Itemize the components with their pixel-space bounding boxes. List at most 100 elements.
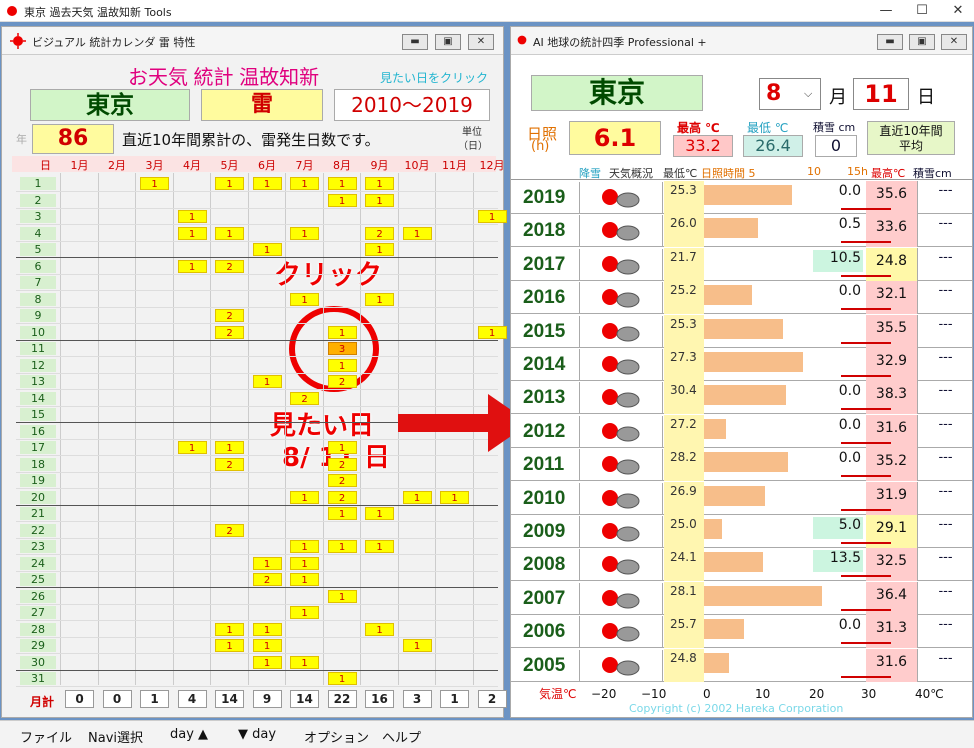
calendar-cell[interactable]: 1 xyxy=(327,358,357,372)
menu-help[interactable]: ヘルプ xyxy=(382,727,421,746)
calendar-cell[interactable]: 1 xyxy=(252,243,282,256)
menu-navi[interactable]: Navi選択 xyxy=(88,727,143,746)
calendar-cell[interactable]: 1 xyxy=(252,655,282,669)
day-input[interactable]: 11 xyxy=(853,78,909,110)
calendar-cell[interactable]: 1 xyxy=(177,210,207,223)
year-row[interactable]: 2017 21.7 10.5 24.8 --- xyxy=(511,247,973,281)
calendar-cell[interactable]: 1 xyxy=(327,672,357,685)
year-row[interactable]: 2010 26.9 31.9 --- xyxy=(511,481,973,515)
month-header[interactable]: 4月 xyxy=(174,157,211,173)
calendar-cell[interactable]: 2 xyxy=(327,474,357,487)
menu-options[interactable]: オプション xyxy=(304,727,369,746)
calendar-cell[interactable]: 2 xyxy=(215,523,244,537)
calendar-cell[interactable]: 1 xyxy=(140,177,169,190)
calendar-cell[interactable]: 1 xyxy=(252,639,282,652)
year-row[interactable]: 2015 25.3 35.5 --- xyxy=(511,314,973,348)
calendar-cell[interactable]: 1 xyxy=(365,193,394,207)
year-row[interactable]: 2009 25.0 5.0 29.1 --- xyxy=(511,515,973,548)
month-select[interactable]: 8 ⌵ xyxy=(759,78,821,110)
child-restore-button[interactable]: ▣ xyxy=(435,34,461,50)
child-minimize-button[interactable]: ▬ xyxy=(402,34,428,50)
month-header[interactable]: 12月 xyxy=(474,157,511,173)
calendar-cell[interactable]: 1 xyxy=(327,540,357,553)
month-header[interactable]: 8月 xyxy=(324,157,361,173)
calendar-cell[interactable]: 1 xyxy=(327,325,357,339)
calendar-cell[interactable]: 1 xyxy=(215,177,244,190)
calendar-cell[interactable]: 1 xyxy=(327,441,357,454)
calendar-cell[interactable]: 1 xyxy=(252,375,282,388)
calendar-cell[interactable]: 1 xyxy=(290,655,319,669)
child-minimize-button[interactable]: ▬ xyxy=(877,34,903,50)
month-header[interactable]: 6月 xyxy=(249,157,286,173)
year-row[interactable]: 2011 28.2 0.0 35.2 --- xyxy=(511,448,973,482)
calendar-cell[interactable]: 2 xyxy=(365,226,394,240)
month-header[interactable]: 11月 xyxy=(436,157,473,173)
year-row[interactable]: 2012 27.2 0.0 31.6 --- xyxy=(511,414,973,448)
calendar-cell[interactable]: 1 xyxy=(215,639,244,652)
child-close-button[interactable]: ✕ xyxy=(941,34,967,50)
calendar-cell[interactable]: 1 xyxy=(290,177,319,190)
calendar-cell[interactable]: 2 xyxy=(327,375,357,388)
calendar-cell[interactable]: 3 xyxy=(327,342,357,355)
month-header[interactable]: 10月 xyxy=(399,157,436,173)
calendar-cell[interactable]: 1 xyxy=(290,490,319,504)
year-row[interactable]: 2016 25.2 0.0 32.1 --- xyxy=(511,281,973,315)
calendar-cell[interactable]: 1 xyxy=(290,606,319,619)
month-header[interactable]: 9月 xyxy=(361,157,398,173)
calendar-cell[interactable]: 1 xyxy=(177,259,207,273)
month-header[interactable]: 7月 xyxy=(286,157,323,173)
calendar-cell[interactable]: 1 xyxy=(477,210,507,223)
close-button[interactable]: ✕ xyxy=(938,0,974,22)
calendar-cell[interactable]: 1 xyxy=(365,243,394,256)
child-close-button[interactable]: ✕ xyxy=(468,34,494,50)
calendar-cell[interactable]: 1 xyxy=(365,507,394,520)
month-header[interactable]: 1月 xyxy=(61,157,98,173)
calendar-cell[interactable]: 1 xyxy=(365,622,394,636)
maximize-button[interactable]: ☐ xyxy=(902,0,942,22)
month-header[interactable]: 5月 xyxy=(211,157,248,173)
minimize-button[interactable]: — xyxy=(866,0,906,22)
calendar-cell[interactable]: 1 xyxy=(402,639,432,652)
year-row[interactable]: 2014 27.3 32.9 --- xyxy=(511,348,973,381)
calendar-cell[interactable]: 2 xyxy=(327,457,357,471)
calendar-cell[interactable]: 1 xyxy=(327,193,357,207)
calendar-cell[interactable]: 1 xyxy=(327,507,357,520)
calendar-cell[interactable]: 1 xyxy=(290,540,319,553)
calendar-cell[interactable]: 2 xyxy=(327,490,357,504)
calendar-cell[interactable]: 1 xyxy=(402,226,432,240)
child-restore-button[interactable]: ▣ xyxy=(909,34,935,50)
menu-day-up[interactable]: day ▲ xyxy=(170,727,208,742)
calendar-cell[interactable]: 1 xyxy=(177,441,207,454)
calendar-cell[interactable]: 1 xyxy=(290,556,319,570)
avg-10yr-button[interactable]: 直近10年間 平均 xyxy=(867,121,955,155)
calendar-cell[interactable]: 1 xyxy=(477,325,507,339)
menu-day-down[interactable]: ▼ day xyxy=(238,727,276,742)
calendar-cell[interactable]: 2 xyxy=(215,309,244,322)
calendar-cell[interactable]: 1 xyxy=(252,622,282,636)
calendar-cell[interactable]: 1 xyxy=(365,540,394,553)
calendar-cell[interactable]: 1 xyxy=(402,490,432,504)
calendar-cell[interactable]: 1 xyxy=(177,226,207,240)
month-header[interactable]: 2月 xyxy=(99,157,136,173)
calendar-cell[interactable]: 1 xyxy=(327,177,357,190)
calendar-cell[interactable]: 1 xyxy=(290,292,319,306)
calendar-cell[interactable]: 1 xyxy=(252,556,282,570)
calendar-cell[interactable]: 1 xyxy=(365,292,394,306)
calendar-cell[interactable]: 2 xyxy=(215,259,244,273)
year-row[interactable]: 2008 24.1 13.5 32.5 --- xyxy=(511,548,973,582)
year-row[interactable]: 2006 25.7 0.0 31.3 --- xyxy=(511,615,973,649)
calendar-cell[interactable]: 1 xyxy=(290,573,319,586)
month-header[interactable]: 3月 xyxy=(136,157,173,173)
calendar-cell[interactable]: 1 xyxy=(440,490,469,504)
year-row[interactable]: 2013 30.4 0.0 38.3 --- xyxy=(511,381,973,415)
year-row[interactable]: 2005 24.8 31.6 --- xyxy=(511,648,973,682)
calendar-cell[interactable]: 2 xyxy=(252,573,282,586)
calendar-cell[interactable]: 1 xyxy=(215,226,244,240)
calendar-cell[interactable]: 1 xyxy=(252,177,282,190)
calendar-cell[interactable]: 2 xyxy=(215,457,244,471)
calendar-cell[interactable]: 2 xyxy=(290,391,319,405)
calendar-cell[interactable]: 2 xyxy=(215,325,244,339)
calendar-cell[interactable]: 1 xyxy=(365,177,394,190)
menu-file[interactable]: ファイル xyxy=(20,727,72,746)
year-row[interactable]: 2019 25.3 0.0 35.6 --- xyxy=(511,181,973,214)
